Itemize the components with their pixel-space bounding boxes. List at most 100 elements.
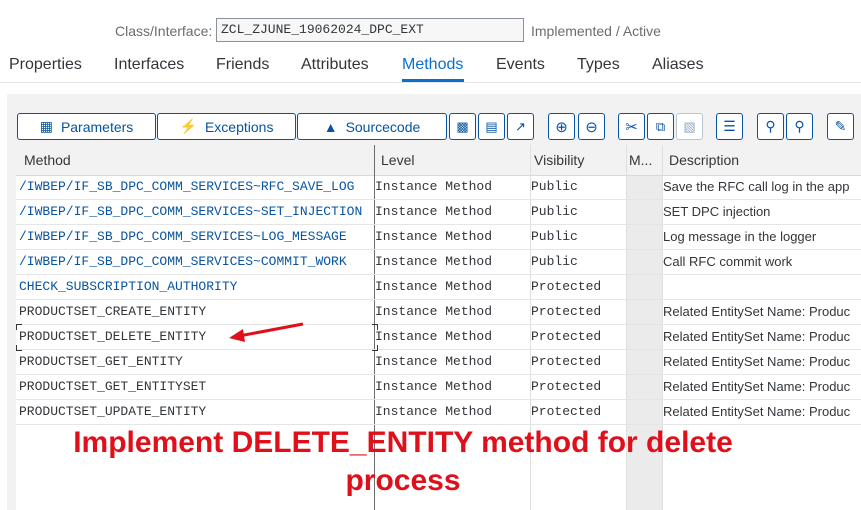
cell-visibility: Protected bbox=[531, 329, 602, 344]
cell-visibility: Public bbox=[531, 204, 578, 219]
cell-level: Instance Method bbox=[375, 204, 493, 219]
hierarchy-icon: ▩ bbox=[456, 118, 469, 134]
tab-types[interactable]: Types bbox=[577, 56, 620, 74]
zoom-out-icon: ⊖ bbox=[585, 118, 598, 136]
column-header-visibility[interactable]: Visibility bbox=[534, 152, 584, 168]
edit-button[interactable]: ✎ bbox=[827, 113, 854, 140]
expand-button[interactable]: ↗ bbox=[507, 113, 534, 140]
cell-description: Log message in the logger bbox=[663, 229, 817, 244]
tab-methods[interactable]: Methods bbox=[402, 56, 463, 74]
column-header-level[interactable]: Level bbox=[381, 152, 414, 168]
parameters-label: Parameters bbox=[60, 118, 134, 135]
selection-marker bbox=[16, 345, 22, 351]
search-next-button[interactable]: ⚲ bbox=[786, 113, 813, 140]
table-row[interactable]: PRODUCTSET_DELETE_ENTITY Instance Method P… bbox=[16, 325, 861, 350]
cell-method[interactable]: PRODUCTSET_CREATE_ENTITY bbox=[19, 300, 373, 324]
cell-visibility: Protected bbox=[531, 404, 602, 419]
tab-aliases[interactable]: Aliases bbox=[652, 56, 704, 74]
table-row[interactable]: /IWBEP/IF_SB_DPC_COMM_SERVICES~RFC_SAVE_… bbox=[16, 175, 861, 200]
table-row[interactable]: PRODUCTSET_UPDATE_ENTITY Instance Method P… bbox=[16, 400, 861, 425]
cell-method[interactable]: /IWBEP/IF_SB_DPC_COMM_SERVICES~LOG_MESSA… bbox=[19, 225, 373, 249]
tab-friends[interactable]: Friends bbox=[216, 56, 269, 74]
edit-icon: ✎ bbox=[834, 118, 847, 134]
tab-properties[interactable]: Properties bbox=[9, 56, 82, 74]
zoom-out-button[interactable]: ⊖ bbox=[578, 113, 605, 140]
filter-button[interactable]: ☰ bbox=[716, 113, 743, 140]
class-interface-field[interactable]: ZCL_ZJUNE_19062024_DPC_EXT bbox=[216, 18, 524, 42]
annotation-arrow-icon bbox=[229, 322, 304, 342]
column-header-modeled[interactable]: M... bbox=[629, 152, 652, 168]
annotation-text: Implement DELETE_ENTITY method for delet… bbox=[0, 424, 806, 500]
cell-description: SET DPC injection bbox=[663, 204, 771, 219]
column-header-description[interactable]: Description bbox=[669, 152, 739, 168]
cell-method[interactable]: PRODUCTSET_GET_ENTITYSET bbox=[19, 375, 373, 399]
search-icon: ⚲ bbox=[765, 118, 776, 134]
annotation-line-2: process bbox=[345, 464, 461, 497]
cell-description: Related EntitySet Name: Produc bbox=[663, 404, 851, 419]
cell-method[interactable]: CHECK_SUBSCRIPTION_AUTHORITY bbox=[19, 275, 373, 299]
sourcecode-icon: ▲ bbox=[323, 118, 338, 135]
table-row[interactable]: PRODUCTSET_CREATE_ENTITY Instance Method P… bbox=[16, 300, 861, 325]
table-row[interactable]: /IWBEP/IF_SB_DPC_COMM_SERVICES~LOG_MESSA… bbox=[16, 225, 861, 250]
exceptions-button[interactable]: ⚡ Exceptions bbox=[157, 113, 296, 140]
expand-icon: ↗ bbox=[515, 118, 526, 134]
table-row[interactable]: PRODUCTSET_GET_ENTITY Instance Method Prot… bbox=[16, 350, 861, 375]
filter-icon: ☰ bbox=[723, 118, 736, 134]
cell-description: Related EntitySet Name: Produc bbox=[663, 304, 851, 319]
cell-description: Call RFC commit work bbox=[663, 254, 793, 269]
selection-marker bbox=[16, 324, 22, 330]
copy-icon: ⧉ bbox=[655, 118, 666, 134]
cell-level: Instance Method bbox=[375, 254, 493, 269]
cell-method[interactable]: /IWBEP/IF_SB_DPC_COMM_SERVICES~SET_INJEC… bbox=[19, 200, 373, 224]
table-row[interactable]: /IWBEP/IF_SB_DPC_COMM_SERVICES~COMMIT_WO… bbox=[16, 250, 861, 275]
cell-method[interactable]: PRODUCTSET_DELETE_ENTITY bbox=[19, 325, 373, 349]
tab-attributes[interactable]: Attributes bbox=[301, 56, 369, 74]
cell-level: Instance Method bbox=[375, 404, 493, 419]
sourcecode-label: Sourcecode bbox=[345, 118, 421, 135]
cell-visibility: Protected bbox=[531, 354, 602, 369]
search-button[interactable]: ⚲ bbox=[757, 113, 784, 140]
copy-button[interactable]: ⧉ bbox=[647, 113, 674, 140]
document-icon: ▤ bbox=[485, 118, 498, 134]
selection-marker bbox=[372, 324, 378, 330]
parameters-icon: ▦ bbox=[39, 118, 53, 134]
table-row[interactable]: PRODUCTSET_GET_ENTITYSET Instance Method P… bbox=[16, 375, 861, 400]
cell-level: Instance Method bbox=[375, 304, 493, 319]
cell-method[interactable]: PRODUCTSET_GET_ENTITY bbox=[19, 350, 373, 374]
cell-description: Related EntitySet Name: Produc bbox=[663, 329, 851, 344]
cell-method[interactable]: PRODUCTSET_UPDATE_ENTITY bbox=[19, 400, 373, 424]
cell-description: Save the RFC call log in the app bbox=[663, 179, 850, 194]
cut-icon: ✂ bbox=[625, 118, 638, 136]
parameters-button[interactable]: ▦ Parameters bbox=[17, 113, 156, 140]
annotation-line-1: Implement DELETE_ENTITY method for delet… bbox=[73, 426, 733, 459]
cell-description: Related EntitySet Name: Produc bbox=[663, 379, 851, 394]
document-button[interactable]: ▤ bbox=[478, 113, 505, 140]
zoom-in-icon: ⊕ bbox=[555, 118, 568, 136]
cell-method[interactable]: /IWBEP/IF_SB_DPC_COMM_SERVICES~RFC_SAVE_… bbox=[19, 175, 373, 199]
cell-method[interactable]: /IWBEP/IF_SB_DPC_COMM_SERVICES~COMMIT_WO… bbox=[19, 250, 373, 274]
cell-description: Related EntitySet Name: Produc bbox=[663, 354, 851, 369]
cell-level: Instance Method bbox=[375, 329, 493, 344]
cell-visibility: Public bbox=[531, 179, 578, 194]
cut-button[interactable]: ✂ bbox=[618, 113, 645, 140]
column-header-method[interactable]: Method bbox=[24, 152, 71, 168]
class-interface-label: Class/Interface: bbox=[115, 23, 213, 39]
cell-visibility: Protected bbox=[531, 304, 602, 319]
table-row[interactable]: CHECK_SUBSCRIPTION_AUTHORITY Instance Met… bbox=[16, 275, 861, 300]
zoom-in-button[interactable]: ⊕ bbox=[548, 113, 575, 140]
search-next-icon: ⚲ bbox=[794, 118, 805, 134]
tab-divider bbox=[0, 82, 861, 83]
paste-button[interactable]: ▧ bbox=[676, 113, 703, 140]
tab-events[interactable]: Events bbox=[496, 56, 545, 74]
cell-visibility: Protected bbox=[531, 379, 602, 394]
selection-marker bbox=[372, 345, 378, 351]
cell-level: Instance Method bbox=[375, 229, 493, 244]
cell-visibility: Public bbox=[531, 254, 578, 269]
tab-interfaces[interactable]: Interfaces bbox=[114, 56, 184, 74]
hierarchy-button[interactable]: ▩ bbox=[449, 113, 476, 140]
cell-level: Instance Method bbox=[375, 279, 493, 294]
sourcecode-button[interactable]: ▲ Sourcecode bbox=[297, 113, 447, 140]
table-row[interactable]: /IWBEP/IF_SB_DPC_COMM_SERVICES~SET_INJEC… bbox=[16, 200, 861, 225]
cell-level: Instance Method bbox=[375, 379, 493, 394]
cell-level: Instance Method bbox=[375, 354, 493, 369]
